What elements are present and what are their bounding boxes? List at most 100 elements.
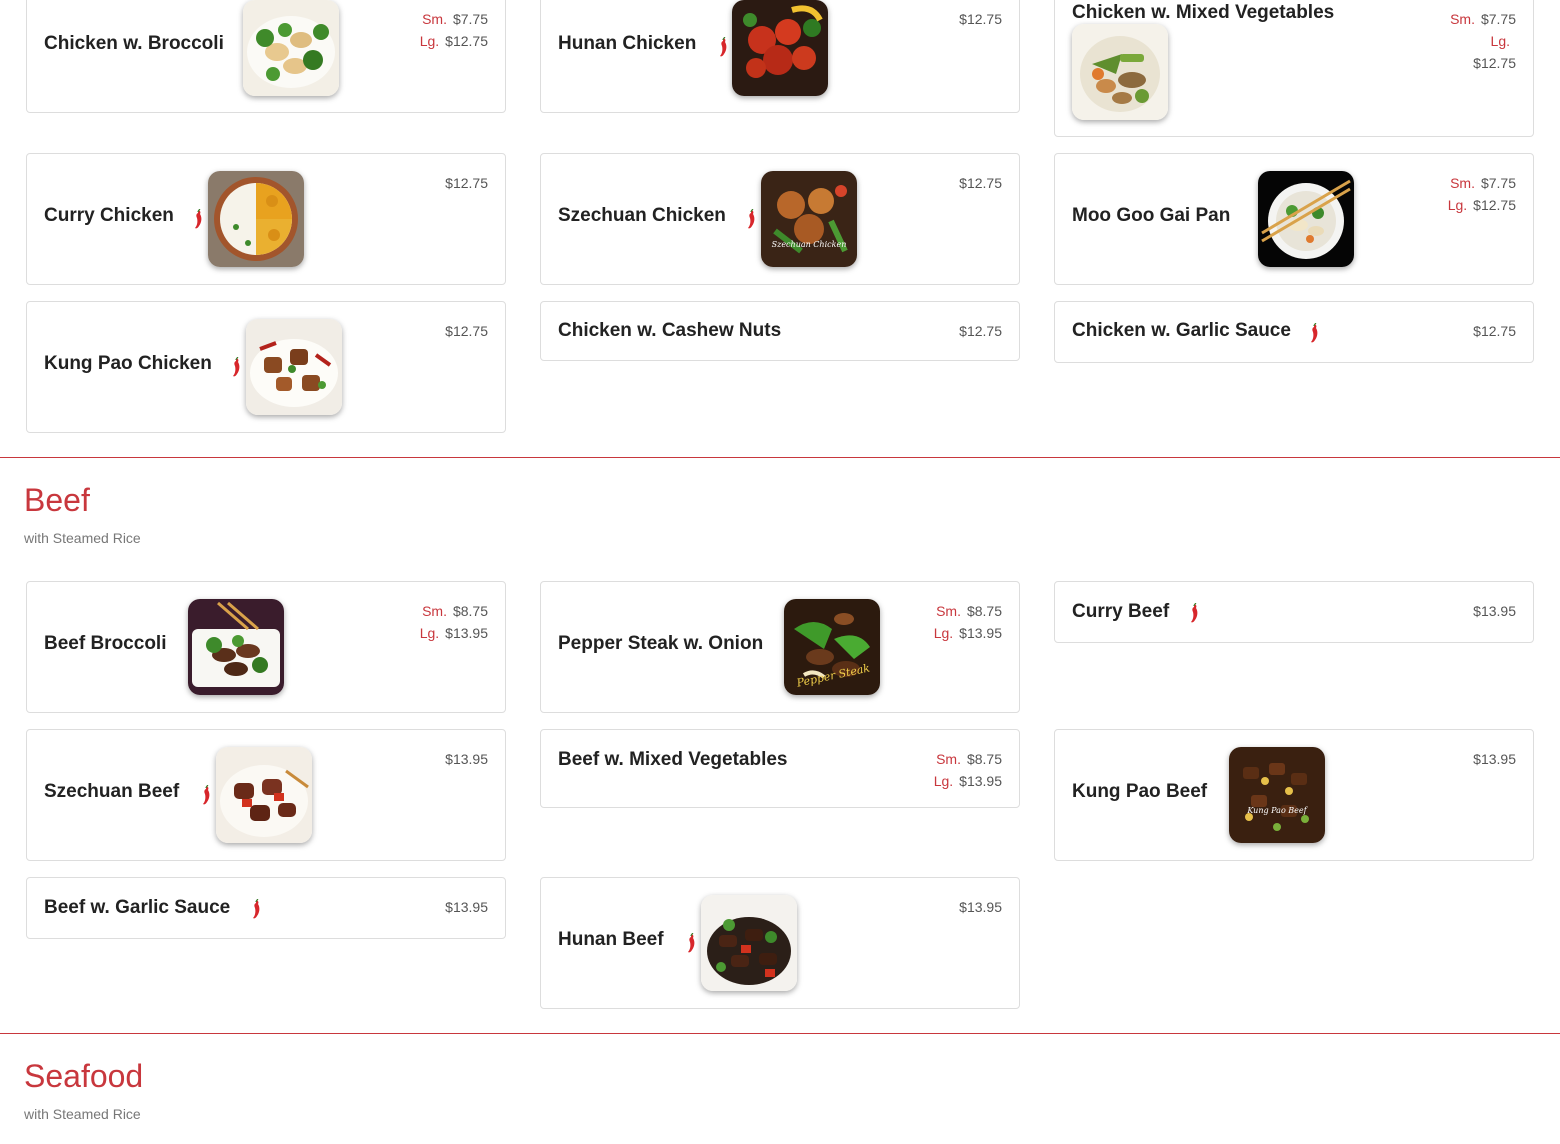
price-block: Sm. $7.75 Lg. $12.75 (1450, 8, 1516, 74)
price: $12.75 (959, 323, 1002, 339)
item-name: Szechuan Chicken (558, 205, 726, 226)
size-label-large: Lg. (419, 33, 440, 49)
size-label-large: Lg. (1490, 33, 1510, 49)
section-subtitle-beef: with Steamed Rice (24, 530, 141, 546)
price-block: $12.75 (445, 320, 488, 342)
price-block: $12.75 (959, 172, 1002, 194)
spicy-pepper-icon (747, 209, 756, 229)
menu-item-beef-mixed-vegetables[interactable]: Beef w. Mixed Vegetables Sm. $8.75 Lg. $13… (540, 729, 1020, 808)
price-block: $13.95 (1473, 600, 1516, 622)
menu-item-beef-garlic-sauce[interactable]: Beef w. Garlic Sauce $13.95 (26, 877, 506, 939)
menu-item-curry-chicken[interactable]: Curry Chicken $12.75 (26, 153, 506, 285)
price-block: $12.75 (445, 172, 488, 194)
price-block: Sm. $7.75 Lg. $12.75 (1448, 172, 1516, 216)
item-photo (216, 747, 312, 843)
item-name: Hunan Chicken (558, 33, 697, 54)
spicy-pepper-icon (252, 899, 261, 919)
price-block: $12.75 (959, 320, 1002, 342)
spicy-pepper-icon (719, 37, 728, 57)
menu-item-curry-beef[interactable]: Curry Beef $13.95 (1054, 581, 1534, 643)
price-large: $12.75 (1473, 197, 1516, 213)
spicy-pepper-icon (1190, 603, 1199, 623)
section-subtitle-seafood: with Steamed Rice (24, 1106, 141, 1122)
spicy-pepper-icon (202, 785, 211, 805)
menu-item-chicken-broccoli[interactable]: Chicken w. Broccoli Sm. $7.75 Lg. $12.75 (26, 0, 506, 113)
menu-item-kung-pao-beef[interactable]: Kung Pao Beef Kung Pao Beef $13.95 (1054, 729, 1534, 861)
price-block: $13.95 (445, 896, 488, 918)
menu-item-pepper-steak-onion[interactable]: Pepper Steak w. Onion Pepper Steak Sm. $8… (540, 581, 1020, 713)
price: $12.75 (959, 11, 1002, 27)
price-large: $12.75 (1473, 55, 1516, 71)
item-name: Chicken w. Cashew Nuts (558, 320, 782, 341)
menu-item-kung-pao-chicken[interactable]: Kung Pao Chicken $12.75 (26, 301, 506, 433)
price-small: $8.75 (966, 603, 1002, 619)
item-name: Beef Broccoli (44, 633, 167, 654)
price: $12.75 (445, 175, 488, 191)
spicy-pepper-icon (194, 209, 203, 229)
price-large: $13.95 (959, 773, 1002, 789)
price-block: Sm. $8.75 Lg. $13.95 (420, 600, 488, 644)
item-photo (1072, 24, 1168, 120)
price-small: $8.75 (966, 751, 1002, 767)
price-small: $7.75 (1480, 175, 1516, 191)
item-photo (732, 0, 828, 96)
price: $13.95 (445, 751, 488, 767)
item-photo: Pepper Steak (784, 599, 880, 695)
item-name: Beef w. Garlic Sauce (44, 897, 231, 918)
price: $13.95 (959, 899, 1002, 915)
item-name: Kung Pao Chicken (44, 353, 212, 374)
price-small: $7.75 (1480, 11, 1516, 27)
item-photo (246, 319, 342, 415)
price-block: $13.95 (445, 748, 488, 770)
price-block: Sm. $8.75 Lg. $13.95 (934, 600, 1002, 644)
price-block: $13.95 (959, 896, 1002, 918)
item-name: Curry Chicken (44, 205, 174, 226)
price: $12.75 (1473, 323, 1516, 339)
price-large: $13.95 (445, 625, 488, 641)
price-block: $13.95 (1473, 748, 1516, 770)
spicy-pepper-icon (687, 933, 696, 953)
photo-caption: Kung Pao Beef (1246, 806, 1308, 815)
photo-caption: Szechuan Chicken (772, 240, 847, 249)
menu-item-szechuan-beef[interactable]: Szechuan Beef $13.95 (26, 729, 506, 861)
item-name: Beef w. Mixed Vegetables (558, 749, 788, 770)
item-photo (188, 599, 284, 695)
menu-item-moo-goo-gai-pan[interactable]: Moo Goo Gai Pan Sm. $7.75 Lg. $12.75 (1054, 153, 1534, 285)
price-small: $7.75 (452, 11, 488, 27)
item-photo (701, 895, 797, 991)
item-name: Hunan Beef (558, 929, 664, 950)
item-name: Pepper Steak w. Onion (558, 633, 764, 654)
item-name: Chicken w. Mixed Vegetables (1072, 2, 1335, 23)
item-name: Moo Goo Gai Pan (1072, 205, 1231, 226)
menu-item-hunan-beef[interactable]: Hunan Beef $13.95 (540, 877, 1020, 1009)
size-label-large: Lg. (933, 773, 954, 789)
section-title-seafood: Seafood (24, 1058, 144, 1094)
menu-item-chicken-mixed-vegetables[interactable]: Chicken w. Mixed Vegetables Sm. $7.75 Lg.… (1054, 0, 1534, 137)
size-label-small: Sm. (422, 603, 447, 619)
section-title-beef: Beef (24, 482, 90, 518)
spicy-pepper-icon (232, 357, 241, 377)
item-name: Kung Pao Beef (1072, 781, 1208, 802)
item-name: Chicken w. Broccoli (44, 33, 224, 54)
menu-item-chicken-garlic-sauce[interactable]: Chicken w. Garlic Sauce $12.75 (1054, 301, 1534, 363)
price-block: $12.75 (1473, 320, 1516, 342)
size-label-small: Sm. (1450, 11, 1475, 27)
item-photo (208, 171, 304, 267)
item-photo (243, 0, 339, 96)
size-label-small: Sm. (422, 11, 447, 27)
size-label-large: Lg. (933, 625, 954, 641)
item-name: Curry Beef (1072, 601, 1170, 622)
item-name: Szechuan Beef (44, 781, 180, 802)
menu-item-szechuan-chicken[interactable]: Szechuan Chicken Szechuan Chicken $12.75 (540, 153, 1020, 285)
price-block: Sm. $7.75 Lg. $12.75 (420, 8, 488, 52)
price-block: Sm. $8.75 Lg. $13.95 (934, 748, 1002, 792)
price-large: $12.75 (445, 33, 488, 49)
price-large: $13.95 (959, 625, 1002, 641)
price: $12.75 (959, 175, 1002, 191)
menu-item-chicken-cashew-nuts[interactable]: Chicken w. Cashew Nuts $12.75 (540, 301, 1020, 361)
menu-item-hunan-chicken[interactable]: Hunan Chicken $12.75 (540, 0, 1020, 113)
section-divider (0, 1033, 1560, 1034)
menu-item-beef-broccoli[interactable]: Beef Broccoli Sm. $8.75 Lg. $13.95 (26, 581, 506, 713)
price-small: $8.75 (452, 603, 488, 619)
size-label-large: Lg. (1447, 197, 1468, 213)
